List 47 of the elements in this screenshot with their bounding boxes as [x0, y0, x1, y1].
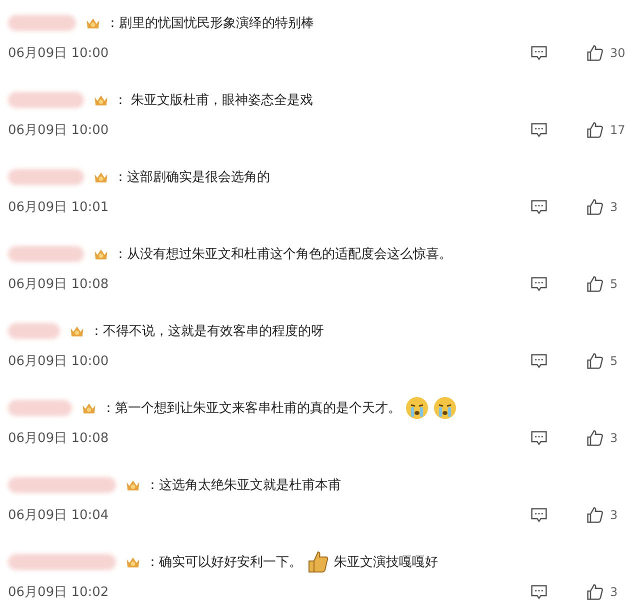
comment-text: ：不得不说，这就是有效客串的程度的呀: [90, 323, 324, 340]
like-count: 5: [610, 277, 618, 291]
like-count: 30: [610, 46, 626, 60]
comment-icon[interactable]: [530, 429, 548, 447]
comment-icon[interactable]: [530, 583, 548, 601]
comment-text: 朱亚文演技嘎嘎好: [334, 554, 438, 571]
like-icon[interactable]: [586, 198, 604, 216]
like-icon[interactable]: [586, 44, 604, 62]
comment-icon[interactable]: [530, 352, 548, 370]
comment-text: ：剧里的忧国忧民形象演绎的特别棒: [106, 15, 314, 32]
comment-time: 06月09日 10:01: [8, 199, 110, 216]
thumbs-up-icon: [306, 550, 330, 574]
comment-icon[interactable]: [530, 275, 548, 293]
comment-time: 06月09日 10:04: [8, 507, 110, 524]
like-count: 3: [610, 200, 618, 214]
comment-time: 06月09日 10:00: [8, 353, 110, 370]
like-count: 5: [610, 354, 618, 368]
comment-icon[interactable]: [530, 506, 548, 524]
like-icon[interactable]: [586, 583, 604, 601]
comment-text: ：这部剧确实是很会选角的: [114, 169, 270, 186]
comment-time: 06月09日 10:00: [8, 122, 110, 139]
comment-time: 06月09日 10:08: [8, 276, 110, 293]
like-count: 3: [610, 585, 618, 599]
comment-text: ：确实可以好好安利一下。: [146, 554, 302, 571]
comment-time: 06月09日 10:02: [8, 584, 110, 601]
like-icon[interactable]: [586, 121, 604, 139]
comment-icon[interactable]: [530, 198, 548, 216]
crying-face-icon: [433, 396, 457, 420]
like-icon[interactable]: [586, 429, 604, 447]
blurred-username: [8, 323, 60, 339]
like-count: 3: [610, 508, 618, 522]
blurred-username: [8, 15, 76, 31]
like-count: 3: [610, 431, 618, 445]
comment-icon[interactable]: [530, 44, 548, 62]
comment-text: ：第一个想到让朱亚文来客串杜甫的真的是个天才。: [102, 400, 401, 417]
like-icon[interactable]: [586, 352, 604, 370]
crying-face-icon: [405, 396, 429, 420]
like-icon[interactable]: [586, 275, 604, 293]
blurred-username: [8, 400, 72, 416]
comment-text: ：这选角太绝朱亚文就是杜甫本甫: [146, 477, 341, 494]
comment-time: 06月09日 10:00: [8, 45, 110, 62]
comment-time: 06月09日 10:08: [8, 430, 110, 447]
like-count: 17: [610, 123, 626, 137]
like-icon[interactable]: [586, 506, 604, 524]
comment-text: ：从没有想过朱亚文和杜甫这个角色的适配度会这么惊喜。: [114, 246, 452, 263]
comment-icon[interactable]: [530, 121, 548, 139]
comment-text: ： 朱亚文版杜甫，眼神姿态全是戏: [114, 92, 314, 109]
